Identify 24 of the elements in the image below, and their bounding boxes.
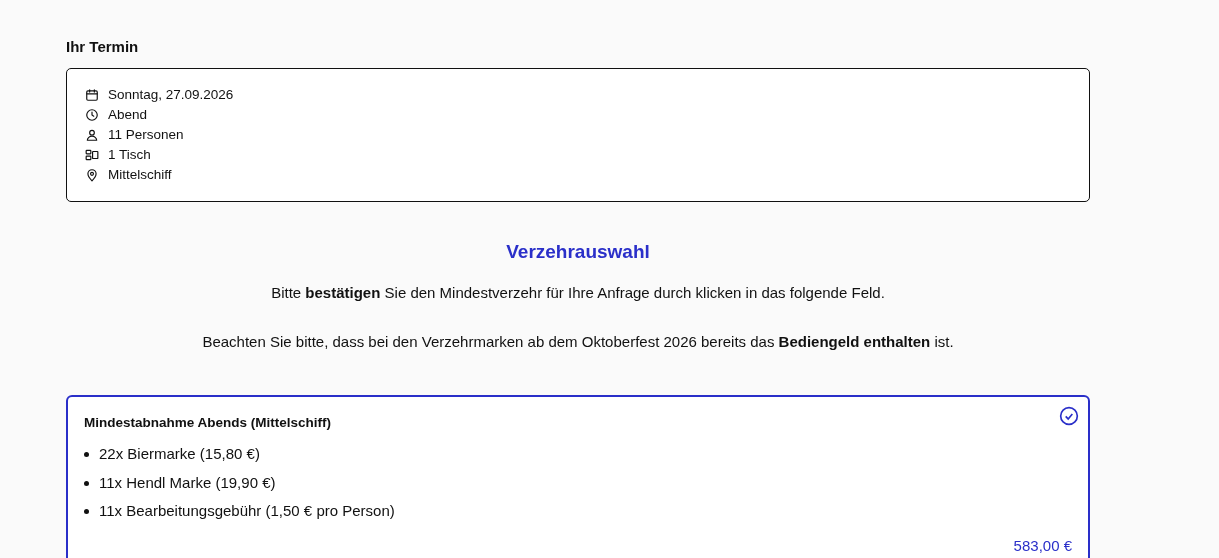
info-text: Beachten Sie bitte, dass bei den Verzehrmarken ab dem Oktoberfest 2026 bereits das Bediengeld enthalten ist.: [201, 331, 955, 352]
check-circle-icon: [1059, 406, 1079, 426]
appointment-detail: Mittelschiff: [108, 165, 172, 184]
calendar-icon: [85, 88, 99, 102]
option-card[interactable]: Mindestabnahme Abends (Mittelschiff) 22x Biermarke (15,80 €) 11x Hendl Marke (19,90 €) 11x Bearbeitungsgebühr (1,50 € pro Person) 583,00 €: [66, 395, 1090, 558]
appointment-detail: 11 Personen: [108, 125, 184, 144]
appointment-detail: 1 Tisch: [108, 145, 151, 164]
option-price: 583,00 €: [1013, 535, 1072, 556]
option-item: 22x Biermarke (15,80 €): [99, 444, 260, 465]
option-title: Mindestabnahme Abends (Mittelschiff): [84, 414, 332, 432]
location-pin-icon: [85, 168, 99, 182]
option-item: 11x Hendl Marke (19,90 €): [99, 472, 276, 493]
appointment-detail: Abend: [108, 105, 148, 124]
bullet-icon: [84, 509, 89, 514]
option-item: 11x Bearbeitungsgebühr (1,50 € pro Person): [99, 501, 395, 522]
section-title: Verzehrauswahl: [505, 239, 651, 264]
info-text: Bitte bestätigen Sie den Mindestverzehr für Ihre Anfrage durch klicken in das folgende Feld.: [270, 283, 886, 303]
appointment-detail: Sonntag, 27.09.2026: [108, 85, 234, 104]
table-icon: [85, 148, 99, 162]
clock-icon: [85, 108, 99, 122]
bullet-icon: [84, 480, 89, 486]
bullet-icon: [84, 452, 89, 457]
section-heading: Ihr Termin: [66, 37, 140, 57]
person-icon: [85, 128, 99, 142]
